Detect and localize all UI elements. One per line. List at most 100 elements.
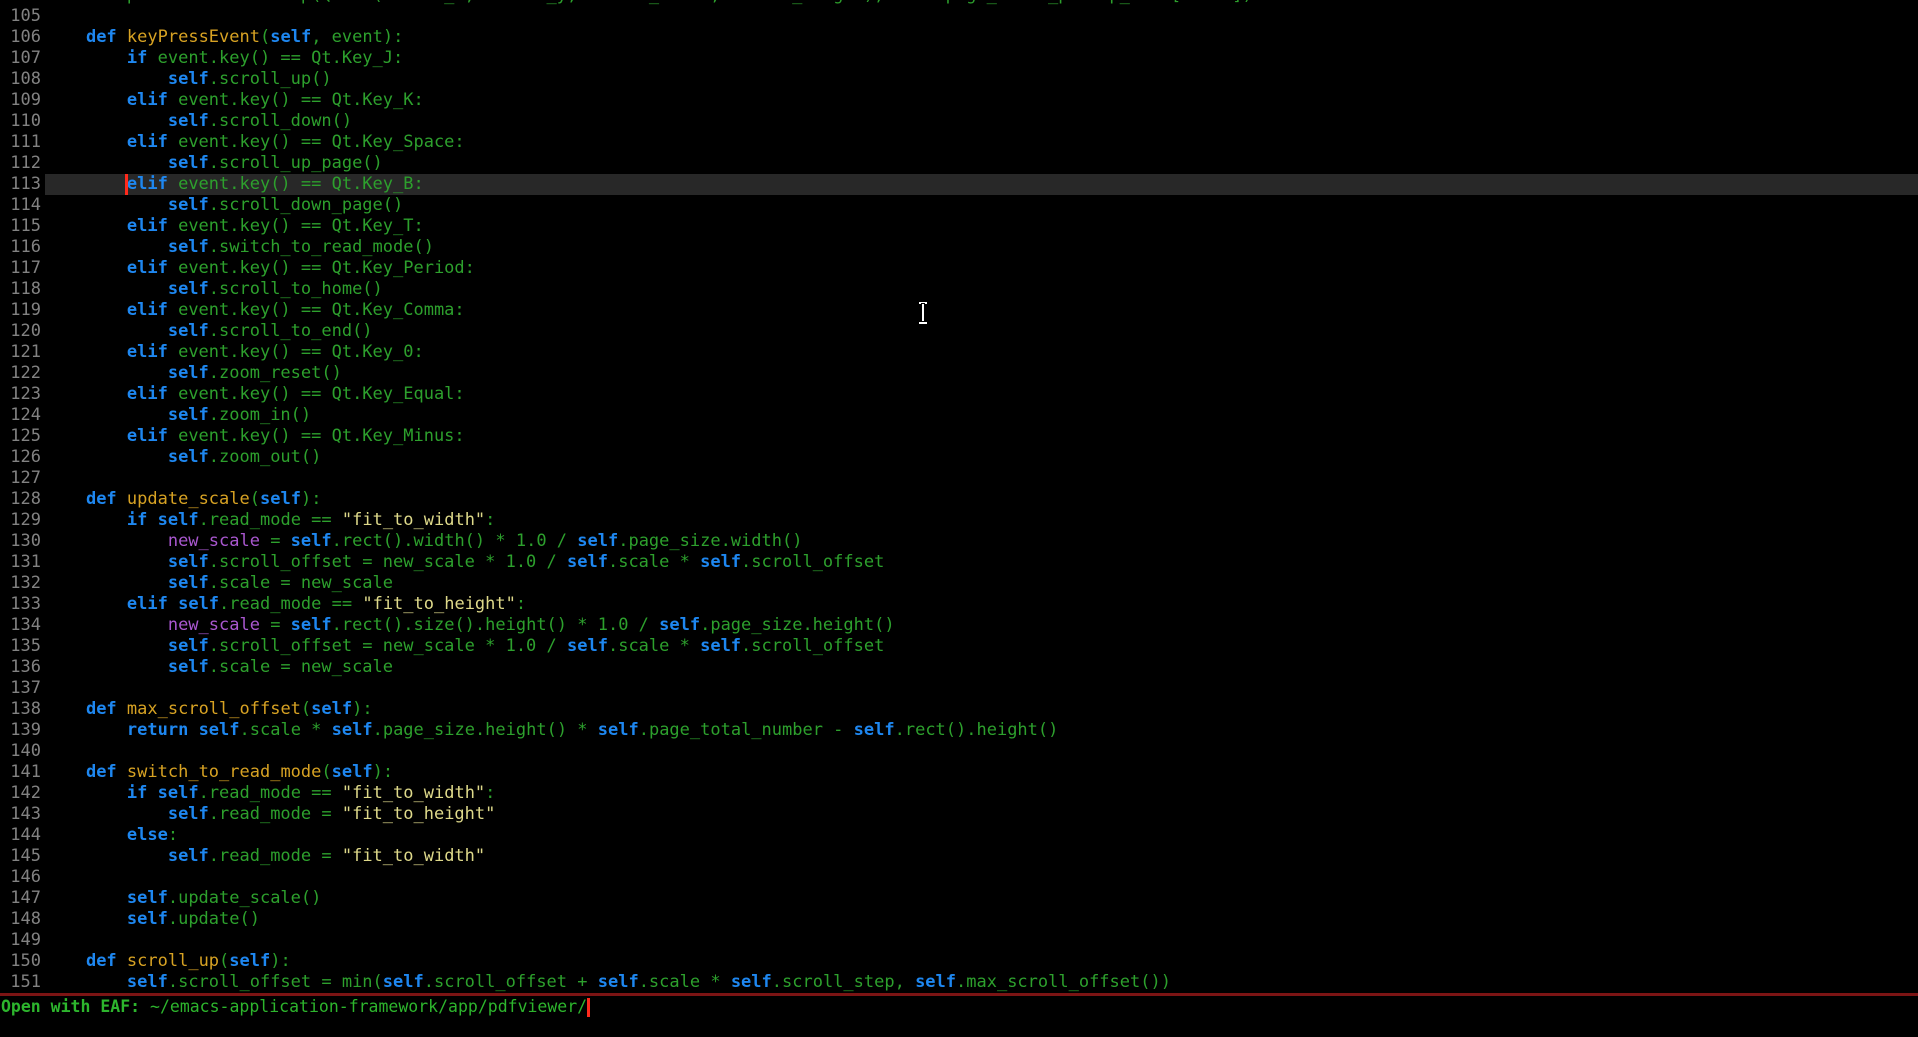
- code-line[interactable]: 132 self.scale = new_scale: [0, 573, 1918, 594]
- minibuffer: Open with EAF: ~/emacs-application-frame…: [0, 996, 1918, 1037]
- code-line[interactable]: 109 elif event.key() == Qt.Key_K:: [0, 90, 1918, 111]
- line-number: 138: [0, 699, 45, 720]
- code-text: self.scroll_offset = new_scale * 1.0 / s…: [45, 636, 1918, 657]
- line-number: 110: [0, 111, 45, 132]
- line-number: 143: [0, 804, 45, 825]
- line-number: 145: [0, 846, 45, 867]
- code-line[interactable]: 116 self.switch_to_read_mode(): [0, 237, 1918, 258]
- line-number: 136: [0, 657, 45, 678]
- line-number: 151: [0, 972, 45, 993]
- line-number: 141: [0, 762, 45, 783]
- code-line[interactable]: 148 self.update(): [0, 909, 1918, 930]
- code-line[interactable]: 105: [0, 6, 1918, 27]
- code-text: elif event.key() == Qt.Key_Space:: [45, 132, 1918, 153]
- line-number: 112: [0, 153, 45, 174]
- code-line[interactable]: 123 elif event.key() == Qt.Key_Equal:: [0, 384, 1918, 405]
- code-line[interactable]: 121 elif event.key() == Qt.Key_0:: [0, 342, 1918, 363]
- code-text: self.zoom_in(): [45, 405, 1918, 426]
- code-line[interactable]: 135 self.scroll_offset = new_scale * 1.0…: [0, 636, 1918, 657]
- code-text: [45, 468, 1918, 489]
- code-line[interactable]: 142 if self.read_mode == "fit_to_width":: [0, 783, 1918, 804]
- code-line[interactable]: 106 def keyPressEvent(self, event):: [0, 27, 1918, 48]
- line-number: 130: [0, 531, 45, 552]
- code-line[interactable]: 137: [0, 678, 1918, 699]
- code-line[interactable]: 114 self.scroll_down_page(): [0, 195, 1918, 216]
- code-line[interactable]: 112 self.scroll_up_page(): [0, 153, 1918, 174]
- code-text: self.update(): [45, 909, 1918, 930]
- code-line[interactable]: 149: [0, 930, 1918, 951]
- line-number: 109: [0, 90, 45, 111]
- line-number: 121: [0, 342, 45, 363]
- code-text: [45, 930, 1918, 951]
- code-text: def max_scroll_offset(self):: [45, 699, 1918, 720]
- code-line[interactable]: 125 elif event.key() == Qt.Key_Minus:: [0, 426, 1918, 447]
- code-line[interactable]: 117 elif event.key() == Qt.Key_Period:: [0, 258, 1918, 279]
- minibuffer-input-line[interactable]: Open with EAF: ~/emacs-application-frame…: [1, 996, 590, 1017]
- line-number: 116: [0, 237, 45, 258]
- line-number: 125: [0, 426, 45, 447]
- code-text: elif event.key() == Qt.Key_K:: [45, 90, 1918, 111]
- code-line[interactable]: 134 new_scale = self.rect().size().heigh…: [0, 615, 1918, 636]
- code-text: self.scroll_down_page(): [45, 195, 1918, 216]
- code-line[interactable]: 151 self.scroll_offset = min(self.scroll…: [0, 972, 1918, 993]
- code-text: [45, 678, 1918, 699]
- code-text: self.scroll_up_page(): [45, 153, 1918, 174]
- line-number: 108: [0, 69, 45, 90]
- code-line[interactable]: 141 def switch_to_read_mode(self):: [0, 762, 1918, 783]
- code-line[interactable]: 136 self.scale = new_scale: [0, 657, 1918, 678]
- line-number: 132: [0, 573, 45, 594]
- code-text: self.scroll_to_home(): [45, 279, 1918, 300]
- code-line[interactable]: 108 self.scroll_up(): [0, 69, 1918, 90]
- code-text: [45, 6, 1918, 27]
- code-line[interactable]: 111 elif event.key() == Qt.Key_Space:: [0, 132, 1918, 153]
- line-number: 140: [0, 741, 45, 762]
- code-line[interactable]: 119 elif event.key() == Qt.Key_Comma:: [0, 300, 1918, 321]
- text-cursor: [125, 174, 128, 195]
- code-text: elif event.key() == Qt.Key_T:: [45, 216, 1918, 237]
- code-line[interactable]: 131 self.scroll_offset = new_scale * 1.0…: [0, 552, 1918, 573]
- line-number: 131: [0, 552, 45, 573]
- line-number: 106: [0, 27, 45, 48]
- line-number: 105: [0, 6, 45, 27]
- line-number: 120: [0, 321, 45, 342]
- code-buffer[interactable]: painter.drawPixmap(QRect(render_x, rende…: [0, 0, 1918, 993]
- code-line[interactable]: 113 elif event.key() == Qt.Key_B:: [0, 174, 1918, 195]
- code-text: self.read_mode = "fit_to_height": [45, 804, 1918, 825]
- code-text: if self.read_mode == "fit_to_width":: [45, 510, 1918, 531]
- code-line[interactable]: 122 self.zoom_reset(): [0, 363, 1918, 384]
- code-text: [45, 867, 1918, 888]
- code-text: def scroll_up(self):: [45, 951, 1918, 972]
- code-line[interactable]: 147 self.update_scale(): [0, 888, 1918, 909]
- code-line[interactable]: 133 elif self.read_mode == "fit_to_heigh…: [0, 594, 1918, 615]
- code-line[interactable]: 140: [0, 741, 1918, 762]
- code-line[interactable]: 118 self.scroll_to_home(): [0, 279, 1918, 300]
- code-line[interactable]: 150 def scroll_up(self):: [0, 951, 1918, 972]
- line-number: 117: [0, 258, 45, 279]
- code-line[interactable]: 139 return self.scale * self.page_size.h…: [0, 720, 1918, 741]
- code-line[interactable]: 143 self.read_mode = "fit_to_height": [0, 804, 1918, 825]
- code-line[interactable]: 115 elif event.key() == Qt.Key_T:: [0, 216, 1918, 237]
- line-number: 114: [0, 195, 45, 216]
- minibuffer-input[interactable]: ~/emacs-application-framework/app/pdfvie…: [150, 996, 587, 1017]
- code-line[interactable]: 127: [0, 468, 1918, 489]
- code-line[interactable]: 129 if self.read_mode == "fit_to_width":: [0, 510, 1918, 531]
- code-text: [45, 741, 1918, 762]
- code-line[interactable]: 126 self.zoom_out(): [0, 447, 1918, 468]
- code-line[interactable]: 110 self.scroll_down(): [0, 111, 1918, 132]
- code-line[interactable]: 124 self.zoom_in(): [0, 405, 1918, 426]
- code-text: self.scale = new_scale: [45, 573, 1918, 594]
- code-line[interactable]: 144 else:: [0, 825, 1918, 846]
- code-line[interactable]: 145 self.read_mode = "fit_to_width": [0, 846, 1918, 867]
- code-line[interactable]: 107 if event.key() == Qt.Key_J:: [0, 48, 1918, 69]
- code-line[interactable]: 146: [0, 867, 1918, 888]
- code-line[interactable]: 128 def update_scale(self):: [0, 489, 1918, 510]
- line-number: 122: [0, 363, 45, 384]
- line-number: 107: [0, 48, 45, 69]
- code-line[interactable]: 130 new_scale = self.rect().width() * 1.…: [0, 531, 1918, 552]
- line-number: 147: [0, 888, 45, 909]
- code-text: self.scale = new_scale: [45, 657, 1918, 678]
- code-text: elif self.read_mode == "fit_to_height":: [45, 594, 1918, 615]
- code-line[interactable]: 138 def max_scroll_offset(self):: [0, 699, 1918, 720]
- line-number: 135: [0, 636, 45, 657]
- code-line[interactable]: 120 self.scroll_to_end(): [0, 321, 1918, 342]
